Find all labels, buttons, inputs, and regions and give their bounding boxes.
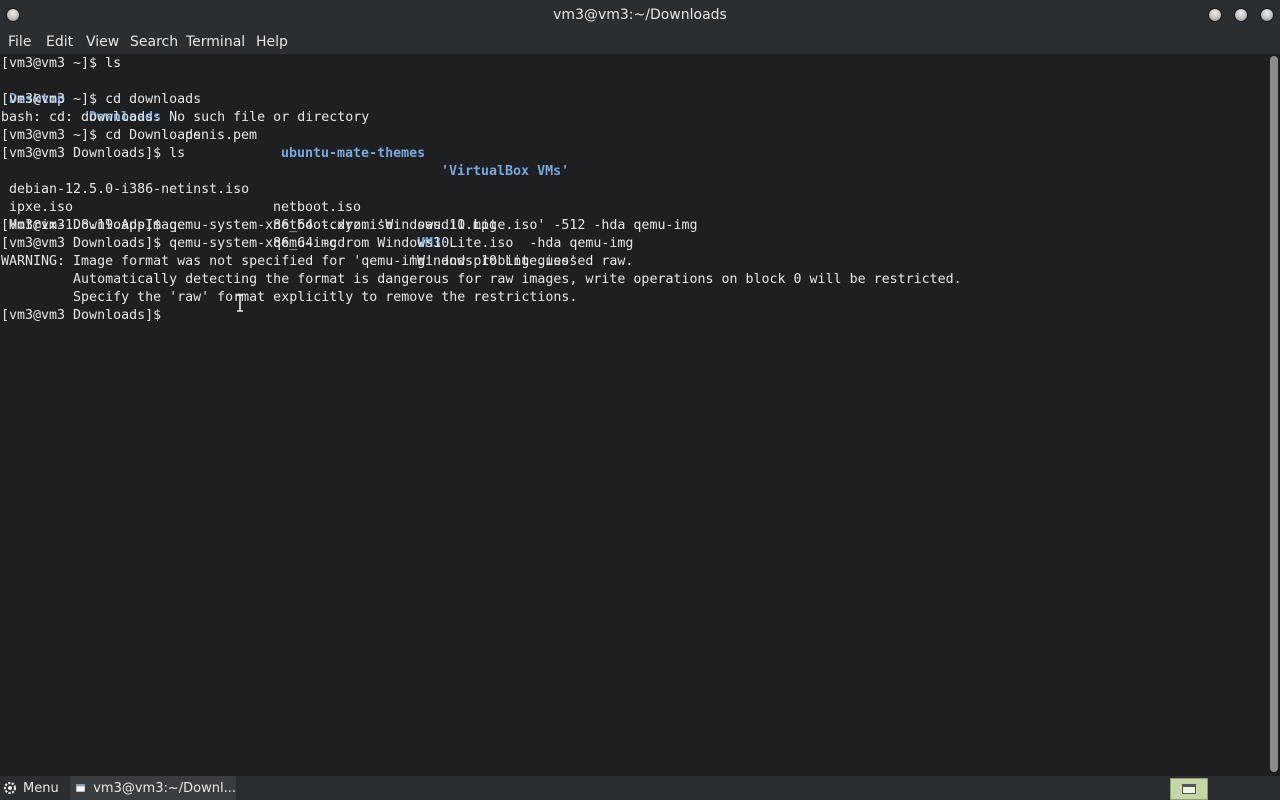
maximize-icon[interactable] [1235,9,1247,21]
terminal-line: [vm3@vm3 ~]$ cd Downloads [1,128,202,143]
terminal-prompt[interactable]: [vm3@vm3 Downloads]$ [1,307,169,325]
terminal-line: [vm3@vm3 Downloads]$ qemu-system-x86_64 … [1,218,698,233]
ibeam-cursor-icon [237,294,243,312]
warning-line: Specify the 'raw' format explicitly to r… [1,290,578,305]
terminal-scrollbar[interactable] [1268,54,1280,776]
scrollbar-thumb[interactable] [1270,56,1278,772]
menu-bar: File Edit View Search Terminal Help [0,30,1280,54]
terminal-window-icon [76,784,86,792]
ls-output-downloads-row: ipxe.iso netboot.xyz.iso VM3 [1,181,441,251]
taskbar-window-button[interactable]: vm3@vm3:~/Downl... [70,776,236,800]
taskbar-window-label: vm3@vm3:~/Downl... [93,780,236,796]
warning-line: WARNING: Image format was not specified … [1,254,634,269]
window-title: vm3@vm3:~/Downloads [553,7,727,23]
workspace-window-icon [1182,784,1196,794]
menu-terminal[interactable]: Terminal [186,34,245,50]
taskbar: Menu vm3@vm3:~/Downl... [0,776,1280,800]
terminal-line: [vm3@vm3 ~]$ cd downloads [1,92,202,107]
ls-output-home: Desktop Downloads penis.pem ubuntu-mate-… [1,73,569,179]
dir-entry: ubuntu-mate-themes [281,146,426,161]
terminal-line: bash: cd: downloads: No such file or dir… [1,110,370,125]
ls-output-downloads-row: Motrix-1.8.19.AppImage qemu-img 'Windows… [1,199,577,269]
menu-edit[interactable]: Edit [46,34,73,50]
start-menu-label: Menu [23,780,59,796]
file-entry: debian-12.5.0-i386-netinst.iso [9,182,250,197]
terminal-line: [vm3@vm3 Downloads]$ ls [1,146,186,161]
window-titlebar: vm3@vm3:~/Downloads [0,0,1280,30]
terminal-line: [vm3@vm3 Downloads]$ qemu-system-x86_64 … [1,236,634,251]
terminal-line: [vm3@vm3 ~]$ ls [1,56,122,71]
minimize-icon[interactable] [1209,9,1221,21]
file-entry: netboot.iso [273,200,362,215]
start-menu-button[interactable]: Menu [2,776,59,800]
terminal-output[interactable]: [vm3@vm3 ~]$ ls Desktop Downloads penis.… [0,54,1266,776]
menu-view[interactable]: View [86,34,119,50]
workspace-switcher[interactable] [1170,778,1208,800]
ls-output-downloads-row: debian-12.5.0-i386-netinst.iso netboot.i… [1,163,497,233]
menu-help[interactable]: Help [256,34,288,50]
menu-search[interactable]: Search [130,34,178,50]
dir-entry: 'VirtualBox VMs' [441,164,570,179]
menu-file[interactable]: File [8,34,31,50]
close-icon[interactable] [1261,9,1273,21]
gear-icon [3,781,17,795]
warning-line: Automatically detecting the format is da… [1,272,962,287]
